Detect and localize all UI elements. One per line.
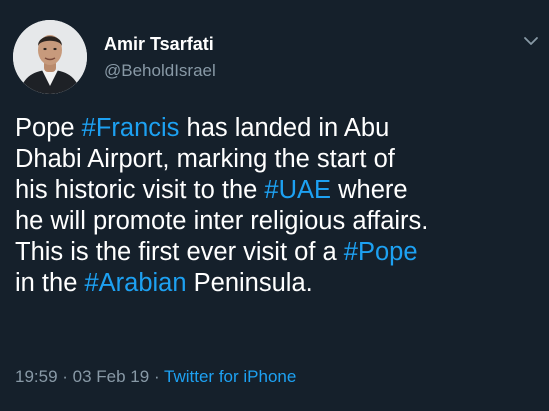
- tweet-text: Pope #Francis has landed in Abu Dhabi Air…: [15, 113, 545, 299]
- tweet-text-segment: Pope: [15, 114, 82, 142]
- meta-separator: ·: [57, 367, 73, 386]
- avatar[interactable]: [13, 20, 87, 94]
- meta-separator: ·: [149, 367, 165, 386]
- tweet-client-link[interactable]: Twitter for iPhone: [164, 367, 296, 386]
- tweet-text-line: This is the first ever visit of a #Pope: [15, 237, 545, 268]
- tweet-text-line: Dhabi Airport, marking the start of: [15, 144, 545, 175]
- tweet-text-segment: he will promote inter religious affairs.: [15, 207, 429, 235]
- tweet-text-segment: This is the first ever visit of a: [15, 238, 344, 266]
- tweet-text-segment: where: [331, 176, 408, 204]
- tweet-text-line: Pope #Francis has landed in Abu: [15, 113, 545, 144]
- hashtag-link[interactable]: #Francis: [82, 114, 180, 142]
- author-block: Amir Tsarfati @BeholdIsrael: [104, 33, 216, 82]
- chevron-down-icon[interactable]: [523, 35, 539, 47]
- tweet-meta: 19:59 · 03 Feb 19 · Twitter for iPhone: [15, 366, 296, 388]
- hashtag-link[interactable]: #Arabian: [84, 269, 186, 297]
- author-display-name[interactable]: Amir Tsarfati: [104, 33, 216, 55]
- tweet-text-segment: his historic visit to the: [15, 176, 265, 204]
- tweet-text-segment: in the: [15, 269, 85, 297]
- tweet-text-segment: Peninsula.: [186, 269, 313, 297]
- tweet-text-segment: Dhabi Airport, marking the start of: [15, 145, 395, 173]
- hashtag-link[interactable]: #UAE: [264, 176, 331, 204]
- tweet-date[interactable]: 03 Feb 19: [73, 367, 150, 386]
- hashtag-link[interactable]: #Pope: [344, 238, 418, 266]
- tweet-text-segment: has landed in Abu: [179, 114, 390, 142]
- tweet-time[interactable]: 19:59: [15, 367, 58, 386]
- tweet-text-line: in the #Arabian Peninsula.: [15, 268, 545, 299]
- tweet-text-line: his historic visit to the #UAE where: [15, 175, 545, 206]
- avatar-photo: [13, 20, 87, 94]
- tweet-card: Amir Tsarfati @BeholdIsrael Pope #Franci…: [0, 0, 549, 411]
- author-handle[interactable]: @BeholdIsrael: [104, 60, 216, 82]
- tweet-text-line: he will promote inter religious affairs.: [15, 206, 545, 237]
